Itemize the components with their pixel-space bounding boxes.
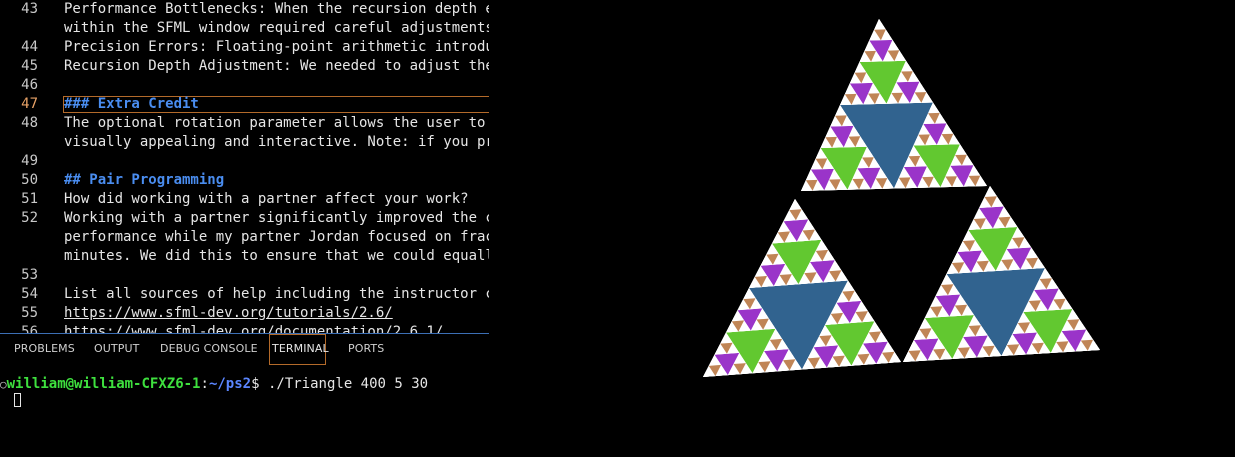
editor-line[interactable]: 49 (0, 152, 489, 171)
editor-line-text: performance while my partner Jordan focu… (64, 229, 489, 245)
editor-line[interactable]: 47 ### Extra Credit (0, 95, 489, 114)
editor-line[interactable]: 51 How did working with a partner affect … (0, 190, 489, 209)
screen: 43 Performance Bottlenecks: When the recu… (0, 0, 1235, 457)
tab-problems[interactable]: PROBLEMS (14, 342, 75, 355)
editor-line-text: minutes. We did this to ensure that we c… (64, 248, 489, 264)
editor-line-text: within the SFML window required careful … (64, 20, 489, 36)
editor-line[interactable]: visually appealing and interactive. Note… (0, 133, 489, 152)
line-number: 45 (21, 58, 38, 74)
editor-line[interactable]: 44 Precision Errors: Floating-point arith… (0, 38, 489, 57)
line-number: 56 (21, 324, 38, 333)
terminal[interactable]: ○william@william-CFXZ6-1:~/ps2$ ./Triang… (0, 370, 489, 457)
prompt-separator: : (200, 376, 209, 392)
line-number: 49 (21, 153, 38, 169)
editor-line[interactable]: 43 Performance Bottlenecks: When the recu… (0, 0, 489, 19)
editor-line[interactable]: 50 ## Pair Programming (0, 171, 489, 190)
tab-debug-console[interactable]: DEBUG CONSOLE (160, 342, 258, 355)
line-number: 46 (21, 77, 38, 93)
tab-output[interactable]: OUTPUT (94, 342, 139, 355)
prompt-user-host: william@william-CFXZ6-1 (6, 376, 201, 392)
line-number: 48 (21, 115, 38, 131)
editor-line-text: Performance Bottlenecks: When the recurs… (64, 1, 489, 17)
editor-line[interactable]: 46 (0, 76, 489, 95)
editor-line-text: How did working with a partner affect yo… (64, 191, 469, 207)
line-number: 55 (21, 305, 38, 321)
editor-line-text: List all sources of help including the i… (64, 286, 489, 302)
line-number: 47 (21, 96, 38, 112)
prompt-symbol: $ (251, 376, 260, 392)
editor-line-text: Precision Errors: Floating-point arithme… (64, 39, 489, 55)
line-number: 52 (21, 210, 38, 226)
editor-line[interactable]: 54 List all sources of help including the… (0, 285, 489, 304)
editor-link-text: https://www.sfml-dev.org/tutorials/2.6/ (64, 305, 393, 321)
editor-heading-text: ### Extra Credit (64, 96, 199, 112)
prompt-path: ~/ps2 (208, 376, 252, 392)
panel-tab-bar: PROBLEMS OUTPUT DEBUG CONSOLE TERMINAL P… (0, 334, 489, 368)
circle-icon: ○ (0, 378, 7, 391)
editor-line[interactable]: minutes. We did this to ensure that we c… (0, 247, 489, 266)
editor-line[interactable]: 52 Working with a partner significantly i… (0, 209, 489, 228)
editor-link-text: https://www.sfml-dev.org/documentation/2… (64, 324, 444, 333)
tab-terminal[interactable]: TERMINAL (272, 342, 329, 355)
tab-ports[interactable]: PORTS (348, 342, 384, 355)
editor-line-text: Working with a partner significantly imp… (64, 210, 489, 226)
editor-line-text: visually appealing and interactive. Note… (64, 134, 489, 150)
editor-heading-text: ## Pair Programming (64, 172, 225, 188)
line-number: 54 (21, 286, 38, 302)
terminal-prompt-line: ○william@william-CFXZ6-1:~/ps2$ ./Triang… (0, 376, 428, 393)
editor-line-text: The optional rotation parameter allows t… (64, 115, 489, 131)
line-number: 44 (21, 39, 38, 55)
sierpinski-triangle-fractal (703, 19, 1100, 377)
editor-line[interactable]: 53 (0, 266, 489, 285)
sfml-window-canvas (703, 19, 1100, 377)
editor-line[interactable]: 55 https://www.sfml-dev.org/tutorials/2.6… (0, 304, 489, 323)
terminal-command: ./Triangle 400 5 30 (267, 376, 429, 392)
line-number: 43 (21, 1, 38, 17)
line-number: 51 (21, 191, 38, 207)
editor-line[interactable]: 48 The optional rotation parameter allows… (0, 114, 489, 133)
editor-line[interactable]: 56 https://www.sfml-dev.org/documentation… (0, 323, 489, 333)
editor-line[interactable]: within the SFML window required careful … (0, 19, 489, 38)
line-number: 53 (21, 267, 38, 283)
editor-line[interactable]: performance while my partner Jordan focu… (0, 228, 489, 247)
terminal-cursor (14, 393, 21, 407)
editor-line[interactable]: 45 Recursion Depth Adjustment: We needed … (0, 57, 489, 76)
editor-pane[interactable]: 43 Performance Bottlenecks: When the recu… (0, 0, 489, 333)
editor-line-text: Recursion Depth Adjustment: We needed to… (64, 58, 489, 74)
line-number: 50 (21, 172, 38, 188)
